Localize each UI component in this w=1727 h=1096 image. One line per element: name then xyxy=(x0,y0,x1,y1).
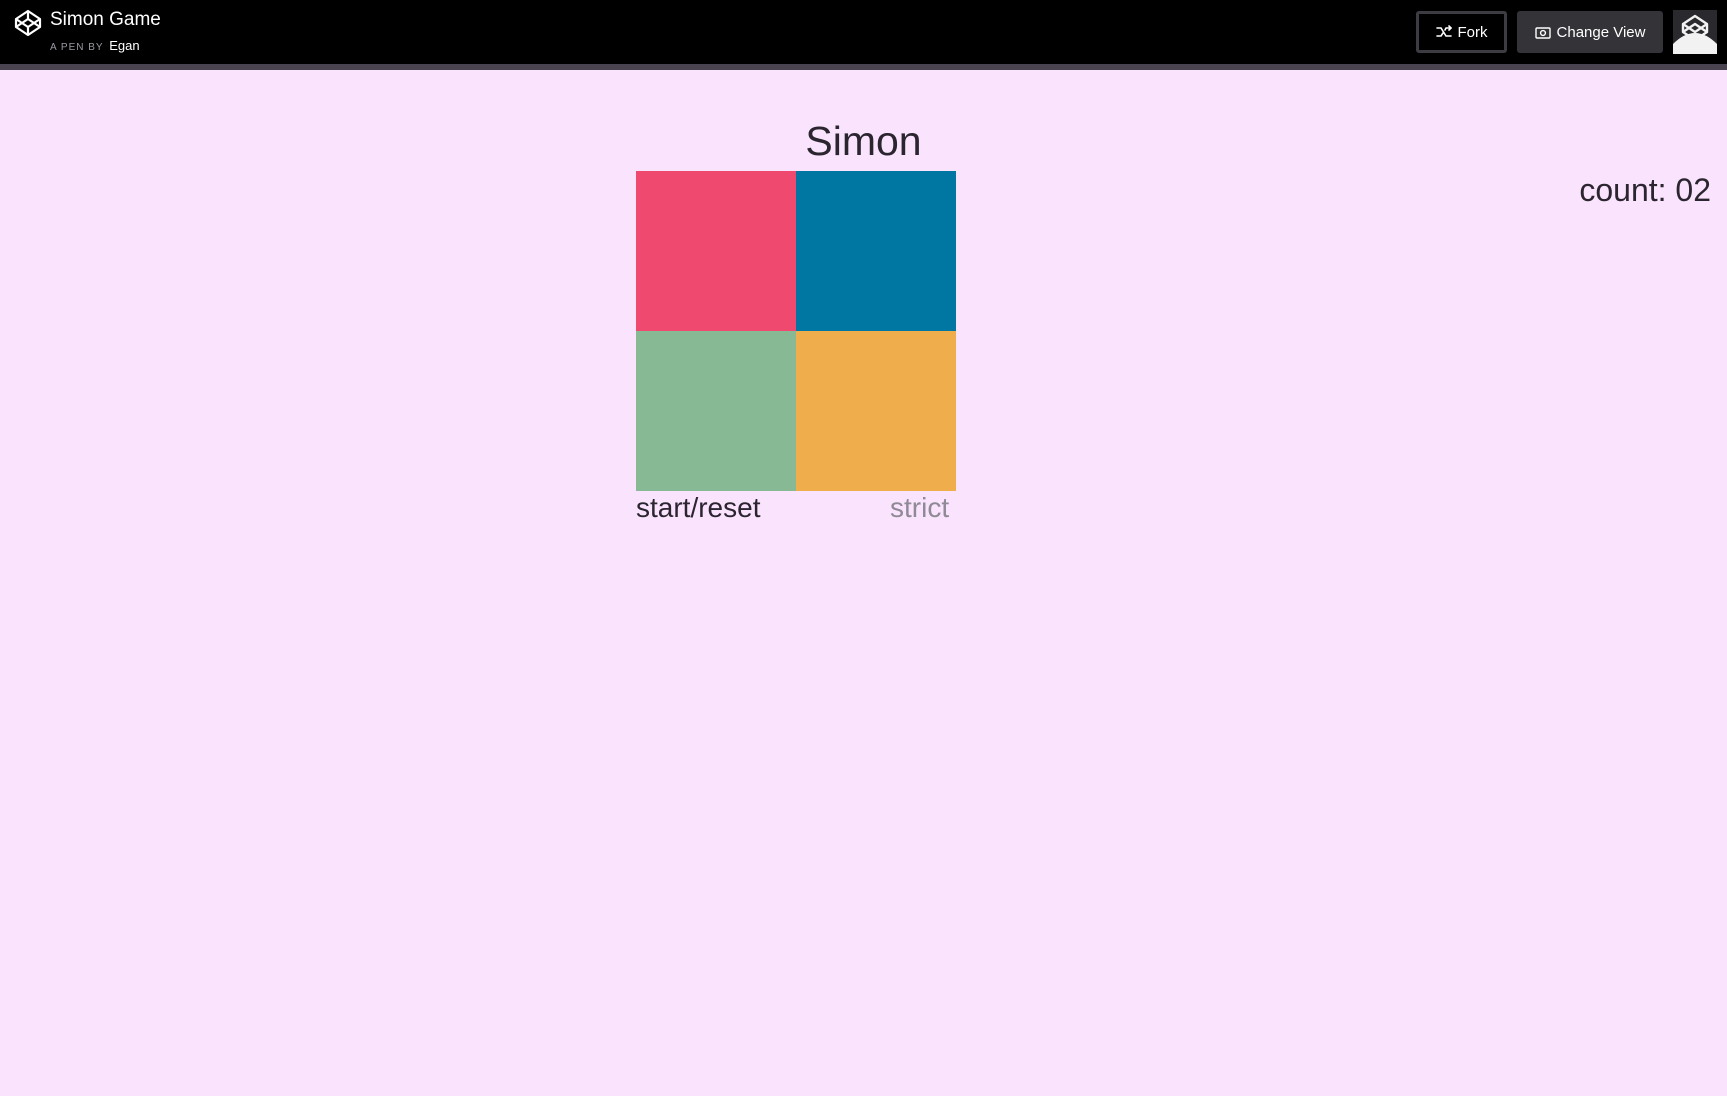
codepen-logo-icon[interactable] xyxy=(14,9,42,37)
red-pad[interactable] xyxy=(636,171,796,331)
count-display: count: 02 xyxy=(1579,172,1711,208)
change-view-label: Change View xyxy=(1556,23,1646,41)
pen-byline: A PEN BY Egan xyxy=(50,38,140,53)
green-pad[interactable] xyxy=(636,331,796,491)
yellow-pad[interactable] xyxy=(796,331,956,491)
fork-label: Fork xyxy=(1457,23,1488,41)
fork-icon xyxy=(1435,25,1452,37)
change-view-button[interactable]: Change View xyxy=(1517,11,1663,53)
change-view-icon xyxy=(1534,26,1551,39)
byline-prefix: A PEN BY xyxy=(50,42,104,53)
pen-title: Simon Game xyxy=(50,9,161,30)
avatar-icon xyxy=(1673,10,1717,54)
start-reset-button[interactable]: start/reset xyxy=(636,490,760,526)
game-title: Simon xyxy=(805,118,922,164)
header-divider xyxy=(0,64,1727,70)
simon-board xyxy=(636,171,956,491)
user-avatar[interactable] xyxy=(1673,10,1717,54)
fork-button[interactable]: Fork xyxy=(1416,11,1507,53)
strict-toggle[interactable]: strict xyxy=(890,490,949,526)
blue-pad[interactable] xyxy=(796,171,956,331)
pen-header: Simon Game A PEN BY Egan Fork Change Vie… xyxy=(0,0,1727,64)
author-link[interactable]: Egan xyxy=(109,38,139,53)
